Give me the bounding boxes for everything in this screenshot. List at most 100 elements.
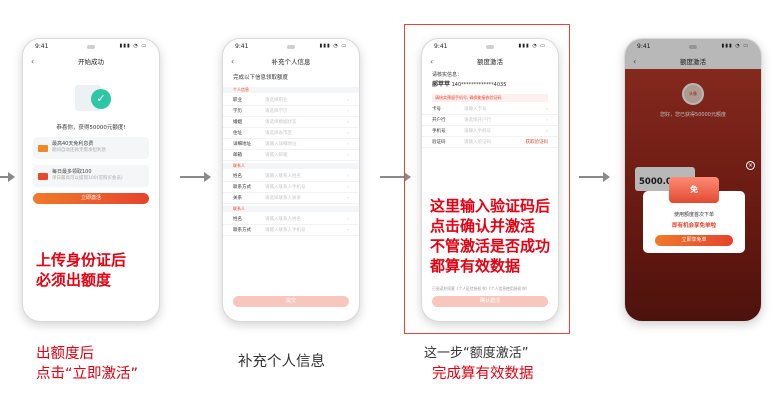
status-time: 9:41 bbox=[235, 42, 249, 50]
verify-heading: 请核实信息： bbox=[432, 72, 463, 78]
form-row[interactable]: 住址 请选择省市区 › bbox=[223, 128, 359, 139]
field-input[interactable]: 请输入联系人手机号 bbox=[265, 227, 347, 233]
field-label: 卡号 bbox=[432, 107, 441, 112]
signal-icon: ▮▮▮ ◔ ▭ bbox=[119, 43, 147, 49]
chevron-right-icon: › bbox=[546, 128, 548, 134]
form-row[interactable]: 联系方式 请输入联系人手机号 › bbox=[223, 225, 359, 236]
form-heading: 完成以下信息领取额度 bbox=[233, 75, 289, 81]
field-label: 姓名 bbox=[233, 174, 242, 179]
arrow-right-icon bbox=[579, 172, 610, 182]
form-row[interactable]: 开户行 请选择开户行 › bbox=[422, 115, 558, 126]
gift-icon: 免 bbox=[669, 177, 719, 203]
form-row[interactable]: 卡号 请输入卡号 › bbox=[422, 104, 558, 115]
field-label: 详细地址 bbox=[233, 142, 251, 147]
field-label: 婚姻 bbox=[233, 120, 242, 125]
arrow-right-icon bbox=[180, 172, 211, 182]
chevron-right-icon: › bbox=[347, 216, 349, 222]
section-header: 联系人 bbox=[223, 163, 359, 169]
note-line: 不管激活是否成功 bbox=[430, 237, 551, 255]
form-row[interactable]: 手机号 请输入手机号 › bbox=[422, 126, 558, 137]
form-row[interactable]: 详细地址 请输入详细地址 › bbox=[223, 139, 359, 150]
caption-step3: 这一步“额度激活” bbox=[424, 346, 529, 361]
agreement-text[interactable]: 已阅读并同意《个人征信授权书》《个人信息使用授权书》 bbox=[432, 286, 548, 291]
field-input[interactable]: 请输入手机号 bbox=[464, 128, 546, 134]
confirm-activate-button[interactable]: 确认激活 bbox=[432, 296, 548, 307]
field-input[interactable]: 请输入卡号 bbox=[464, 106, 546, 112]
chevron-right-icon: › bbox=[347, 195, 349, 201]
note-line: 这里输入验证码后 bbox=[430, 197, 551, 215]
field-input[interactable]: 请选择婚姻状态 bbox=[265, 119, 347, 125]
congrats-text: 恭喜你，获得50000元额度! bbox=[56, 125, 126, 131]
field-input[interactable]: 请输入联系人手机号 bbox=[265, 184, 347, 190]
back-icon[interactable]: ‹ bbox=[430, 57, 442, 66]
field-input[interactable]: 请输入验证码 bbox=[464, 139, 526, 145]
chevron-right-icon: › bbox=[347, 141, 349, 147]
field-input[interactable]: 请输入联系人姓名 bbox=[265, 173, 347, 179]
tutorial-stage: 9:41 ▮▮▮ ◔ ▭ ‹ 开始成功 ✓ 恭喜你，获得50000元额度! 最高… bbox=[0, 0, 772, 400]
chevron-right-icon: › bbox=[347, 97, 349, 103]
arrow-right-icon bbox=[380, 172, 411, 182]
caption-step2: 补充个人信息 bbox=[238, 354, 325, 370]
field-label: 姓名 bbox=[233, 217, 242, 222]
form-row[interactable]: 姓名 请输入联系人姓名 › bbox=[223, 214, 359, 225]
field-label: 邮箱 bbox=[233, 153, 242, 158]
field-input[interactable]: 请输入邮箱 bbox=[265, 152, 347, 158]
form-row[interactable]: 邮箱 请输入邮箱 › bbox=[223, 150, 359, 161]
tag-icon bbox=[38, 144, 48, 152]
field-label: 联系方式 bbox=[233, 228, 251, 233]
close-icon[interactable]: × bbox=[746, 161, 755, 170]
signal-icon: ▮▮▮ ◔ ▭ bbox=[518, 43, 546, 49]
nav-bar: ‹ 额度激活 bbox=[422, 53, 558, 69]
field-input[interactable]: 请输入联系人姓名 bbox=[265, 216, 347, 222]
field-input[interactable]: 请选择联系人关系 bbox=[265, 195, 347, 201]
chevron-right-icon: › bbox=[347, 227, 349, 233]
submit-button[interactable]: 提交 bbox=[233, 296, 349, 307]
form-row[interactable]: 姓名 请输入联系人姓名 › bbox=[223, 171, 359, 182]
form-row[interactable]: 联系方式 请输入联系人手机号 › bbox=[223, 182, 359, 193]
modal-highlight: 即有机会享免单啦 bbox=[671, 223, 716, 229]
field-input[interactable]: 请选择职业 bbox=[265, 97, 347, 103]
note-line: 都算有效数据 bbox=[430, 257, 521, 275]
field-input[interactable]: 请选择省市区 bbox=[265, 130, 347, 136]
field-label: 联系方式 bbox=[233, 185, 251, 190]
phone-activation-result: 9:41 ▮▮▮ ◔ ▭ ‹ 额度激活 头像 您好，您已获得50000元额度 5… bbox=[624, 38, 762, 322]
check-icon: ✓ bbox=[91, 89, 111, 109]
back-icon[interactable]: ‹ bbox=[31, 57, 43, 66]
form-row[interactable]: 关系 请选择联系人关系 › bbox=[223, 193, 359, 204]
page-title: 补充个人信息 bbox=[271, 58, 311, 66]
modal-text: 使用额度首次下单 bbox=[673, 212, 714, 218]
signal-icon: ▮▮▮ ◔ ▭ bbox=[319, 43, 347, 49]
verify-info: 请核实信息： 郝苹苹 140*************4035 bbox=[422, 69, 558, 92]
field-input[interactable]: 请选择学历 bbox=[265, 108, 347, 114]
activate-now-button[interactable]: 立即激活 bbox=[33, 193, 149, 204]
back-icon[interactable]: ‹ bbox=[231, 57, 243, 66]
free-order-button[interactable]: 立即享免单 bbox=[655, 235, 733, 246]
chevron-right-icon: › bbox=[347, 173, 349, 179]
form-row[interactable]: 学历 请选择学历 › bbox=[223, 106, 359, 117]
success-illustration: ✓ bbox=[71, 81, 111, 115]
caption-line: 点击“立即激活” bbox=[36, 366, 139, 382]
field-label: 开户行 bbox=[432, 118, 446, 123]
status-time: 9:41 bbox=[434, 42, 448, 50]
form-row[interactable]: 验证码 请输入验证码 获取验证码 bbox=[422, 137, 558, 148]
chevron-right-icon: › bbox=[347, 152, 349, 158]
nav-bar: ‹ 开始成功 bbox=[23, 53, 159, 69]
form-row[interactable]: 婚姻 请选择婚姻状态 › bbox=[223, 117, 359, 128]
field-label: 关系 bbox=[233, 196, 242, 201]
chevron-right-icon: › bbox=[347, 108, 349, 114]
section-header: 个人信息 bbox=[223, 87, 359, 93]
caption-step3-result: 完成算有效数据 bbox=[432, 366, 534, 382]
get-code-link[interactable]: 获取验证码 bbox=[526, 139, 549, 145]
perk-card: 每日最多领取100 单日最高可以提现100(可购买会员) bbox=[33, 165, 149, 187]
field-input[interactable]: 请选择开户行 bbox=[464, 117, 546, 123]
field-label: 职业 bbox=[233, 98, 242, 103]
field-input[interactable]: 请输入详细地址 bbox=[265, 141, 347, 147]
status-time: 9:41 bbox=[35, 42, 49, 50]
form-row[interactable]: 职业 请选择职业 › bbox=[223, 95, 359, 106]
tag-icon bbox=[38, 172, 48, 180]
page-title: 开始成功 bbox=[78, 58, 104, 66]
field-label: 住址 bbox=[233, 131, 242, 136]
chevron-right-icon: › bbox=[546, 117, 548, 123]
perk-subtitle: 单日最高可以提现100(可购买会员) bbox=[52, 176, 123, 182]
field-label: 手机号 bbox=[432, 129, 446, 134]
